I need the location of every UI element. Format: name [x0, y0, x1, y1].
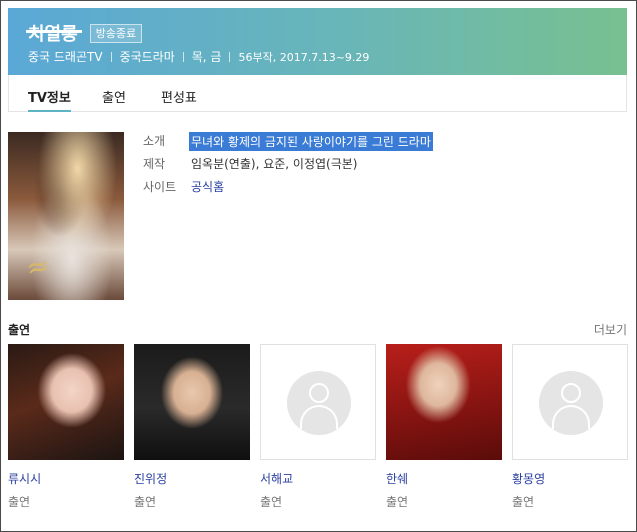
cast-card[interactable]: 진위정 출연 — [134, 344, 250, 510]
cast-photo-placeholder[interactable] — [260, 344, 376, 460]
meta-divider — [110, 51, 112, 62]
more-link[interactable]: 더보기 — [594, 321, 627, 338]
placeholder-shoulders — [300, 405, 338, 429]
cast-card[interactable]: 한쉐 출연 — [386, 344, 502, 510]
cast-name[interactable]: 한쉐 — [386, 470, 502, 487]
cast-role: 출연 — [260, 495, 283, 509]
person-placeholder-icon — [287, 371, 351, 435]
production-value: 임옥분(연출), 요준, 이정엽(극본) — [191, 157, 358, 171]
synopsis-label: 소개 — [143, 134, 166, 148]
placeholder-head — [561, 383, 581, 403]
cast-name[interactable]: 류시시 — [8, 470, 124, 487]
program-poster[interactable]: ≈ — [8, 132, 124, 300]
cast-role: 출연 — [8, 495, 31, 509]
tab-tv-info[interactable]: TV정보 — [28, 87, 71, 112]
cast-name[interactable]: 진위정 — [134, 470, 250, 487]
cast-name[interactable]: 황몽영 — [512, 470, 628, 487]
info-production-row: 제작 임옥분(연출), 요준, 이정엽(극본) — [143, 155, 357, 172]
cast-photo[interactable] — [386, 344, 502, 460]
meta-genre: 중국드라마 — [119, 50, 175, 64]
cast-card[interactable]: 황몽영 출연 — [512, 344, 628, 510]
cast-photo[interactable] — [8, 344, 124, 460]
official-site-link[interactable]: 공식홈 — [191, 178, 224, 195]
title-row: 치열롱 방송종료 — [26, 20, 143, 46]
site-label: 사이트 — [143, 180, 177, 194]
meta-divider — [182, 51, 184, 62]
cast-card[interactable]: 서해교 출연 — [260, 344, 376, 510]
cast-photo[interactable] — [134, 344, 250, 460]
status-badge: 방송종료 — [89, 23, 143, 43]
person-placeholder-icon — [539, 371, 603, 435]
cast-role: 출연 — [386, 495, 409, 509]
meta-channel: 중국 드래곤TV — [28, 50, 103, 64]
program-meta: 중국 드래곤TV 중국드라마 목, 금 56부작, 2017.7.13~9.29 — [28, 48, 369, 65]
production-label: 제작 — [143, 157, 166, 171]
tab-bar: TV정보 출연 편성표 — [8, 75, 627, 112]
tab-cast[interactable]: 출연 — [102, 87, 126, 106]
tab-schedule[interactable]: 편성표 — [161, 87, 197, 106]
program-header-banner: 치열롱 방송종료 중국 드래곤TV 중국드라마 목, 금 56부작, 2017.… — [8, 8, 627, 75]
program-title: 치열롱 — [26, 20, 82, 46]
cast-role: 출연 — [134, 495, 157, 509]
meta-airdays: 목, 금 — [191, 50, 222, 64]
cast-role: 출연 — [512, 495, 535, 509]
poster-calligraphy: ≈ — [22, 247, 53, 286]
placeholder-shoulders — [552, 405, 590, 429]
placeholder-head — [309, 383, 329, 403]
cast-section-heading: 출연 — [8, 323, 31, 337]
info-synopsis-row: 소개 무녀와 황제의 금지된 사랑이야기를 그린 드라마 — [143, 132, 433, 151]
synopsis-value: 무녀와 황제의 금지된 사랑이야기를 그린 드라마 — [189, 132, 433, 151]
meta-episodes-period: 56부작, 2017.7.13~9.29 — [238, 50, 370, 64]
info-site-row: 사이트 공식홈 — [143, 178, 224, 195]
meta-divider — [229, 51, 231, 62]
cast-name[interactable]: 서해교 — [260, 470, 376, 487]
cast-photo-placeholder[interactable] — [512, 344, 628, 460]
cast-card[interactable]: 류시시 출연 — [8, 344, 124, 510]
